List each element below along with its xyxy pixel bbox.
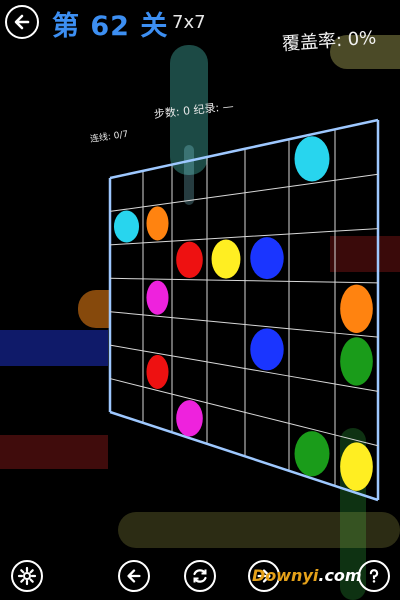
- grid-hline: [109, 311, 379, 338]
- dot-yellow[interactable]: [211, 239, 241, 279]
- grid-hline: [109, 173, 379, 212]
- dot-cyan[interactable]: [113, 210, 140, 243]
- help-button[interactable]: [358, 560, 390, 592]
- previous-level-button[interactable]: [118, 560, 150, 592]
- dot-blue[interactable]: [250, 328, 284, 371]
- restart-button[interactable]: [184, 560, 216, 592]
- arrow-left-icon: [127, 569, 141, 583]
- dot-green[interactable]: [294, 431, 330, 477]
- board-dots[interactable]: [113, 136, 373, 491]
- dot-red[interactable]: [176, 241, 203, 279]
- game-board[interactable]: [0, 0, 400, 600]
- question-icon: [369, 569, 379, 583]
- grid-hline: [109, 118, 379, 180]
- watermark: Downyi.com: [252, 566, 362, 585]
- dot-magenta[interactable]: [146, 280, 169, 315]
- dot-red[interactable]: [146, 354, 169, 389]
- settings-button[interactable]: [11, 560, 43, 592]
- grid-hline: [109, 410, 379, 502]
- dot-yellow[interactable]: [340, 442, 373, 491]
- dot-blue[interactable]: [250, 237, 284, 280]
- refresh-icon: [193, 569, 207, 583]
- dot-orange[interactable]: [340, 284, 373, 333]
- grid-hline: [109, 378, 379, 447]
- dot-orange[interactable]: [146, 206, 169, 241]
- dot-green[interactable]: [340, 337, 373, 386]
- grid-hline: [109, 277, 379, 284]
- dot-cyan[interactable]: [294, 136, 330, 182]
- gear-icon: [17, 566, 37, 586]
- watermark-brand: Downyi: [252, 566, 319, 585]
- watermark-domain: .com: [318, 566, 362, 585]
- dot-magenta[interactable]: [176, 400, 203, 437]
